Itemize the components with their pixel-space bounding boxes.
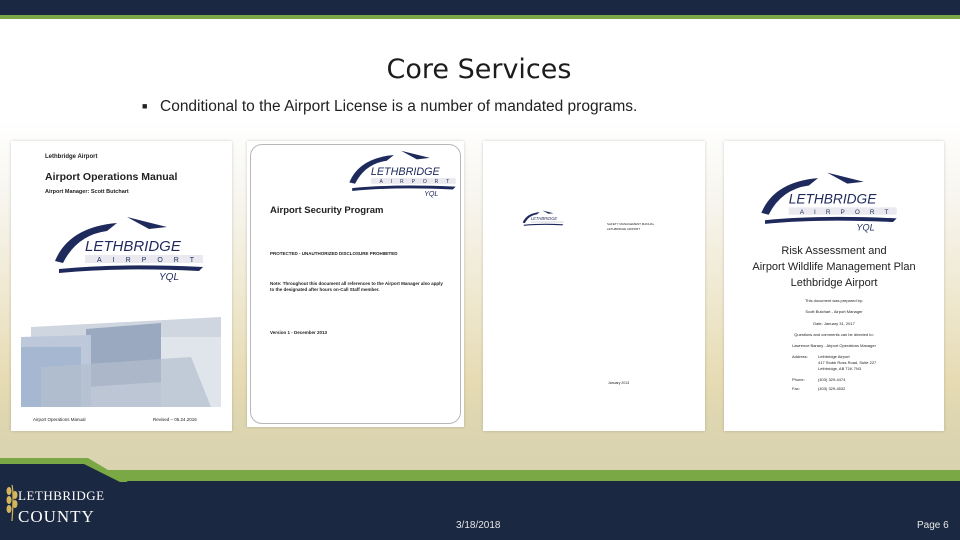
doc-footer-right: Revised – 05.24.2016: [153, 417, 197, 422]
logo-sub: AIRPORT: [800, 209, 899, 216]
doc-phone: (403) 329-4474: [818, 377, 846, 382]
bullet-text: Conditional to the Airport License is a …: [160, 98, 638, 115]
page-number: Page 6: [917, 520, 949, 531]
logo-sub: AIRPORT: [97, 257, 205, 264]
doc-date: January 2013: [608, 381, 630, 385]
logo-code: YQL: [159, 272, 179, 283]
doc-contact: Lawrence Barany - Airport Operations Man…: [792, 343, 876, 348]
doc-safety-management-manual: LETHBRIDGE SAFETY MANAGEMENT MANUAL LETH…: [483, 141, 705, 431]
doc-note: Note: Throughout this document all refer…: [270, 281, 443, 292]
doc-address-line: 417 Stubb Ross Road, Suite 227: [818, 360, 877, 365]
top-banner: [0, 0, 960, 15]
top-accent-line: [0, 15, 960, 19]
doc-protected-notice: PROTECTED - UNAUTHORIZED DISCLOSURE PROH…: [270, 251, 398, 256]
doc-prepared-label: This document was prepared by:: [804, 298, 864, 303]
doc-title: Airport Operations Manual: [45, 171, 178, 183]
doc-org: Lethbridge Airport: [45, 154, 98, 160]
doc-questions: Questions and comments can be directed t…: [794, 332, 874, 337]
logo-code: YQL: [424, 190, 438, 198]
bullet-point: ■ Conditional to the Airport License is a…: [142, 98, 637, 116]
doc-fax-label: Fax:: [792, 386, 800, 391]
lethbridge-airport-logo: LETHBRIDGE AIRPORT YQL: [49, 213, 209, 283]
doc-airport-security-program: LETHBRIDGE AIRPORT YQL Airport Security …: [247, 141, 464, 427]
doc-address-label: Address:: [792, 354, 808, 359]
doc-title-line3: Lethbridge Airport: [790, 277, 878, 289]
doc-airport-operations-manual: Lethbridge Airport Airport Operations Ma…: [11, 141, 232, 431]
logo-sub: AIRPORT: [380, 179, 458, 185]
bullet-square-icon: ■: [142, 101, 148, 111]
doc-date: Date: January 31, 2017: [813, 321, 855, 326]
logo-code: YQL: [856, 222, 874, 232]
county-name-line1: LETHBRIDGE: [18, 488, 105, 503]
footer-date: 3/18/2018: [456, 520, 501, 531]
doc-header-line2: LETHBRIDGE AIRPORT: [607, 227, 641, 231]
slide-title: Core Services: [386, 54, 572, 85]
doc-title-line2: Airport Wildlife Management Plan: [752, 261, 916, 273]
doc-address-line: Lethbridge, AB T1K 7N3: [818, 366, 862, 371]
doc-address-line: Lethbridge Airport: [818, 354, 850, 359]
logo-name: LETHBRIDGE: [789, 192, 877, 207]
lethbridge-airport-logo: LETHBRIDGE AIRPORT YQL: [754, 169, 904, 233]
county-name-line2: COUNTY: [18, 507, 95, 526]
doc-cover-graphic: [11, 317, 232, 407]
doc-title-line1: Risk Assessment and: [781, 245, 887, 257]
doc-footer-left: Airport Operations Manual: [33, 417, 86, 422]
doc-phone-label: Phone:: [792, 377, 805, 382]
bottom-banner: [0, 481, 960, 540]
doc-prepared-by: Scott Butchart - Airport Manager: [805, 309, 863, 314]
logo-name: LETHBRIDGE: [85, 238, 182, 255]
lethbridge-airport-logo: LETHBRIDGE AIRPORT YQL: [345, 147, 460, 199]
doc-title: Airport Security Program: [270, 205, 384, 216]
doc-manager: Airport Manager: Scott Butchart: [45, 189, 129, 195]
doc-fax: (403) 329-4532: [818, 386, 846, 391]
logo-name: LETHBRIDGE: [371, 166, 441, 178]
logo-name: LETHBRIDGE: [531, 216, 558, 221]
doc-wildlife-management-plan: LETHBRIDGE AIRPORT YQL Risk Assessment a…: [724, 141, 944, 431]
doc-header-line1: SAFETY MANAGEMENT MANUAL: [607, 222, 655, 226]
doc-version: Version 1 - December 2013: [270, 330, 328, 335]
lethbridge-airport-logo: LETHBRIDGE: [521, 209, 565, 229]
